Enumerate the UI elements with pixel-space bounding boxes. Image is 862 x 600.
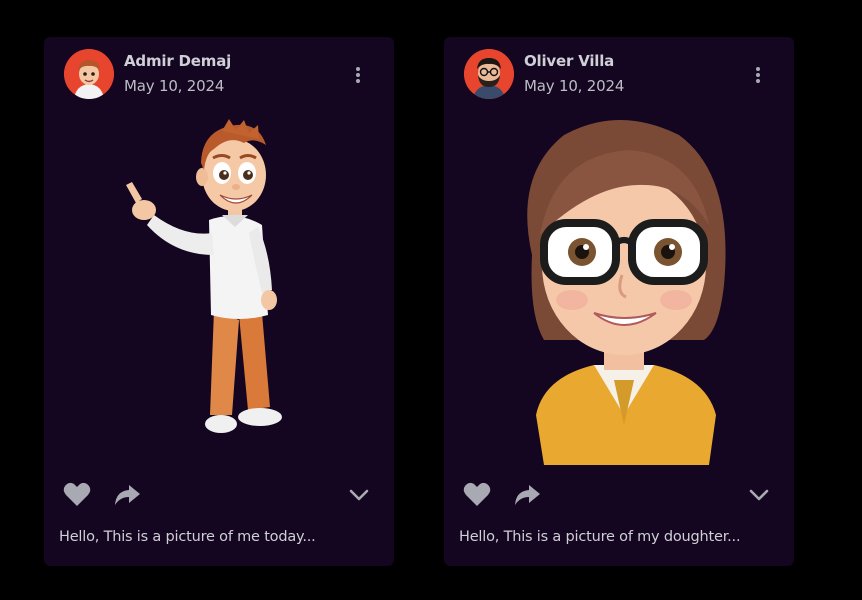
share-arrow-icon[interactable]	[112, 481, 142, 509]
more-vertical-icon[interactable]	[350, 65, 366, 85]
avatar-boy-icon	[64, 49, 114, 99]
cartoon-girl-with-glasses-image	[527, 120, 726, 465]
post-card: Admir Demaj May 10, 2024 Hello, This is …	[44, 37, 394, 566]
post-card: Oliver Villa May 10, 2024 Hello, This is…	[444, 37, 794, 566]
post-image	[444, 115, 794, 465]
post-actions	[462, 481, 774, 509]
chevron-down-icon[interactable]	[744, 481, 774, 509]
cartoon-boy-pointing-image	[126, 119, 282, 433]
author-name[interactable]: Admir Demaj	[124, 52, 231, 70]
heart-icon[interactable]	[462, 481, 492, 509]
post-caption: Hello, This is a picture of me today...	[59, 529, 316, 545]
post-actions	[62, 481, 374, 509]
avatar-bearded-man-icon	[464, 49, 514, 99]
more-vertical-icon[interactable]	[750, 65, 766, 85]
chevron-down-icon[interactable]	[344, 481, 374, 509]
share-arrow-icon[interactable]	[512, 481, 542, 509]
post-header: Admir Demaj May 10, 2024	[64, 49, 374, 99]
author-name[interactable]: Oliver Villa	[524, 52, 614, 70]
author-avatar[interactable]	[64, 49, 114, 99]
post-caption: Hello, This is a picture of my doughter.…	[459, 529, 741, 545]
heart-icon[interactable]	[62, 481, 92, 509]
post-image	[44, 115, 394, 465]
author-avatar[interactable]	[464, 49, 514, 99]
post-date: May 10, 2024	[124, 77, 225, 95]
post-date: May 10, 2024	[524, 77, 625, 95]
post-header: Oliver Villa May 10, 2024	[464, 49, 774, 99]
